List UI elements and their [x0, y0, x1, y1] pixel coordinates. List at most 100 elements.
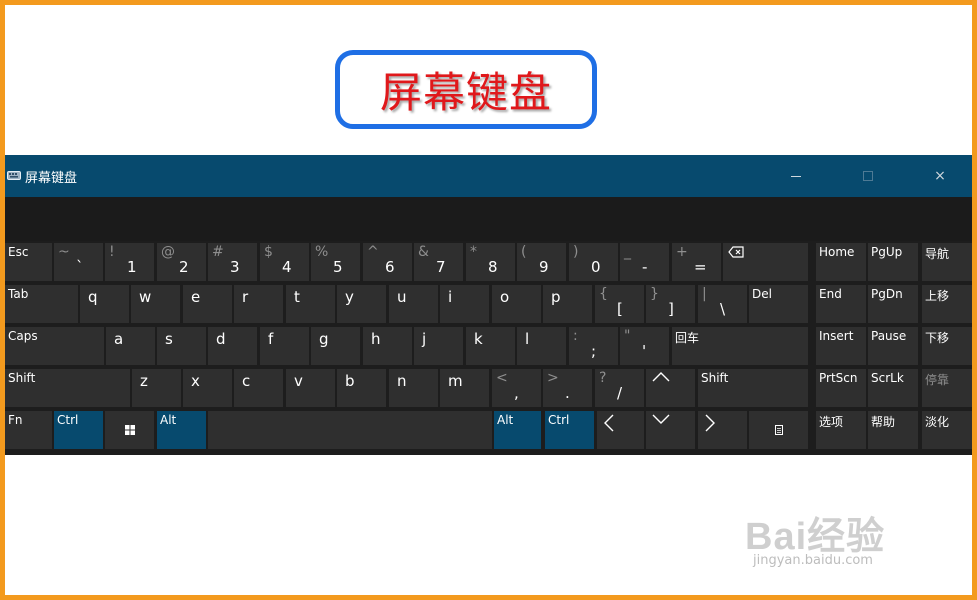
key-prtscn[interactable]: PrtScn [816, 369, 866, 407]
watermark-brand: Bai经验 [745, 516, 886, 558]
key-arrow-down[interactable] [646, 411, 695, 449]
key-options[interactable]: 选项 [816, 411, 866, 449]
windows-icon [124, 425, 135, 435]
key-backslash[interactable]: | \ [698, 285, 747, 323]
key-k[interactable]: k [466, 327, 515, 365]
key-end[interactable]: End [816, 285, 866, 323]
key-alt-left[interactable]: Alt [157, 411, 206, 449]
key-backquote[interactable]: ~ ` [54, 243, 103, 281]
key-u[interactable]: u [389, 285, 438, 323]
key-nav[interactable]: 导航 [922, 243, 972, 281]
key-semicolon[interactable]: :; [569, 327, 618, 365]
key-n[interactable]: n [389, 369, 438, 407]
key-insert[interactable]: Insert [816, 327, 866, 365]
key-7[interactable]: & 7 [414, 243, 463, 281]
key-a[interactable]: a [106, 327, 155, 365]
key-tab[interactable]: Tab [5, 285, 78, 323]
key-home[interactable]: Home [816, 243, 866, 281]
minimize-button[interactable] [773, 155, 819, 197]
key-5[interactable]: % 5 [311, 243, 360, 281]
key-b[interactable]: b [337, 369, 386, 407]
maximize-icon [863, 171, 873, 181]
key-enter[interactable]: 回车 [672, 327, 808, 365]
key-1[interactable]: ! 1 [105, 243, 154, 281]
key-equal[interactable]: + = [672, 243, 721, 281]
key-x[interactable]: x [183, 369, 232, 407]
key-3[interactable]: #3 [208, 243, 257, 281]
arrow-down-icon [652, 414, 670, 424]
watermark-url: jingyan.baidu.com [753, 553, 873, 568]
key-windows[interactable] [105, 411, 154, 449]
key-pause[interactable]: Pause [868, 327, 918, 365]
key-y[interactable]: y [337, 285, 386, 323]
key-bracket-right[interactable]: }] [646, 285, 695, 323]
key-8[interactable]: * 8 [466, 243, 515, 281]
key-move-down[interactable]: 下移 [922, 327, 972, 365]
close-button[interactable]: × [917, 155, 963, 197]
key-0[interactable]: ) 0 [569, 243, 618, 281]
keyboard-app-icon [7, 171, 21, 180]
key-z[interactable]: z [132, 369, 181, 407]
key-alt-right[interactable]: Alt [494, 411, 541, 449]
key-pgup[interactable]: PgUp [868, 243, 918, 281]
key-t[interactable]: t [286, 285, 335, 323]
key-del[interactable]: Del [749, 285, 808, 323]
key-esc[interactable]: Esc [5, 243, 52, 281]
key-o[interactable]: o [492, 285, 541, 323]
arrow-right-icon [705, 414, 715, 432]
key-ctrl-right[interactable]: Ctrl [545, 411, 594, 449]
key-s[interactable]: s [157, 327, 206, 365]
key-pgdn[interactable]: PgDn [868, 285, 918, 323]
key-scrlk[interactable]: ScrLk [868, 369, 918, 407]
key-e[interactable]: e [183, 285, 232, 323]
key-j[interactable]: j [414, 327, 463, 365]
key-w[interactable]: w [131, 285, 180, 323]
key-r[interactable]: r [234, 285, 283, 323]
maximize-button[interactable] [845, 155, 891, 197]
key-6[interactable]: ^ 6 [363, 243, 412, 281]
on-screen-keyboard-window: 屏幕键盘 × Esc ~ ` ! 1 @2 #3 $4 % 5 ^ 6 & 7 * 8 (9… [5, 155, 972, 455]
key-shift-left[interactable]: Shift [5, 369, 130, 407]
key-period[interactable]: >. [543, 369, 592, 407]
key-slash[interactable]: ? / [595, 369, 644, 407]
key-fn[interactable]: Fn [5, 411, 52, 449]
backspace-icon [728, 246, 744, 258]
key-move-up[interactable]: 上移 [922, 285, 972, 323]
key-bracket-left[interactable]: {[ [595, 285, 644, 323]
key-l[interactable]: l [517, 327, 566, 365]
page-title: 屏幕键盘 [379, 68, 552, 117]
key-space[interactable] [208, 411, 492, 449]
key-shift-right[interactable]: Shift [698, 369, 808, 407]
key-caps[interactable]: Caps [5, 327, 104, 365]
menu-key-icon [774, 425, 783, 435]
key-menu[interactable] [749, 411, 808, 449]
key-backspace[interactable] [723, 243, 808, 281]
key-d[interactable]: d [208, 327, 257, 365]
page-title-box: 屏幕键盘 [335, 50, 597, 129]
key-arrow-right[interactable] [698, 411, 747, 449]
key-9[interactable]: (9 [517, 243, 566, 281]
key-m[interactable]: m [440, 369, 489, 407]
key-v[interactable]: v [286, 369, 335, 407]
close-icon: × [934, 168, 946, 184]
arrow-up-icon [652, 372, 670, 382]
key-fade[interactable]: 淡化 [922, 411, 972, 449]
key-arrow-up[interactable] [646, 369, 695, 407]
key-comma[interactable]: <, [492, 369, 541, 407]
key-ctrl-left[interactable]: Ctrl [54, 411, 103, 449]
key-g[interactable]: g [311, 327, 360, 365]
key-help[interactable]: 帮助 [868, 411, 918, 449]
key-dock[interactable]: 停靠 [922, 369, 972, 407]
key-4[interactable]: $4 [260, 243, 309, 281]
key-arrow-left[interactable] [597, 411, 644, 449]
key-c[interactable]: c [234, 369, 283, 407]
key-minus[interactable]: _ - [620, 243, 669, 281]
key-i[interactable]: i [440, 285, 489, 323]
key-2[interactable]: @2 [157, 243, 206, 281]
key-q[interactable]: q [80, 285, 129, 323]
key-h[interactable]: h [363, 327, 412, 365]
key-quote[interactable]: " ' [620, 327, 669, 365]
key-p[interactable]: p [543, 285, 592, 323]
key-f[interactable]: f [260, 327, 309, 365]
window-titlebar[interactable]: 屏幕键盘 × [5, 155, 972, 197]
